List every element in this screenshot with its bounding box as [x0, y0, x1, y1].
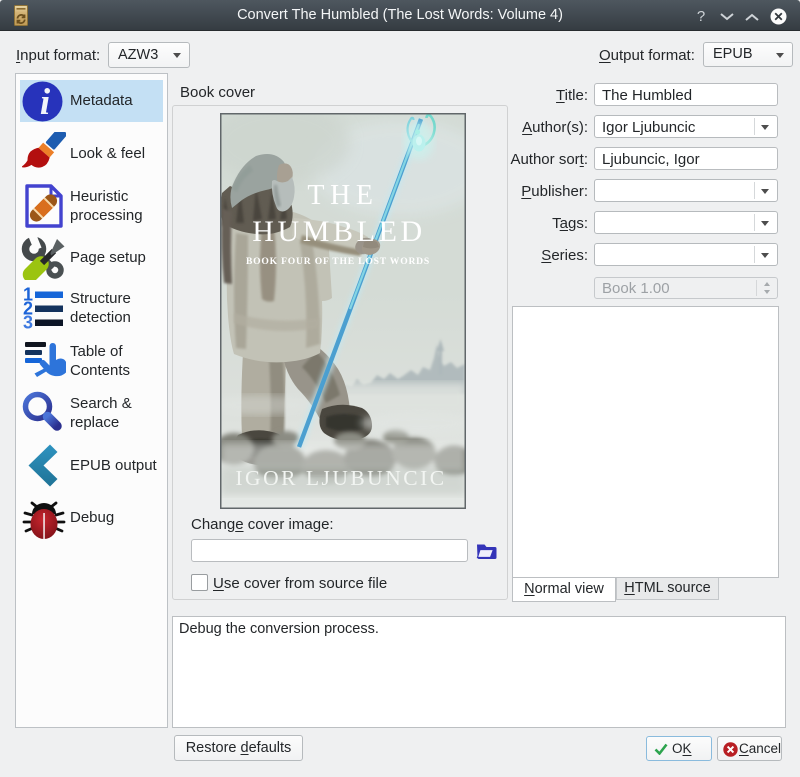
svg-text:?: ?	[697, 8, 705, 25]
svg-text:i: i	[40, 82, 51, 122]
svg-text:HUMBLED: HUMBLED	[252, 215, 426, 248]
svg-text:BOOK FOUR OF THE LOST WORDS: BOOK FOUR OF THE LOST WORDS	[246, 256, 430, 267]
svg-text:3: 3	[23, 313, 33, 330]
svg-text:THE: THE	[307, 180, 378, 211]
svg-text:IGOR LJUBUNCIC: IGOR LJUBUNCIC	[235, 466, 446, 490]
